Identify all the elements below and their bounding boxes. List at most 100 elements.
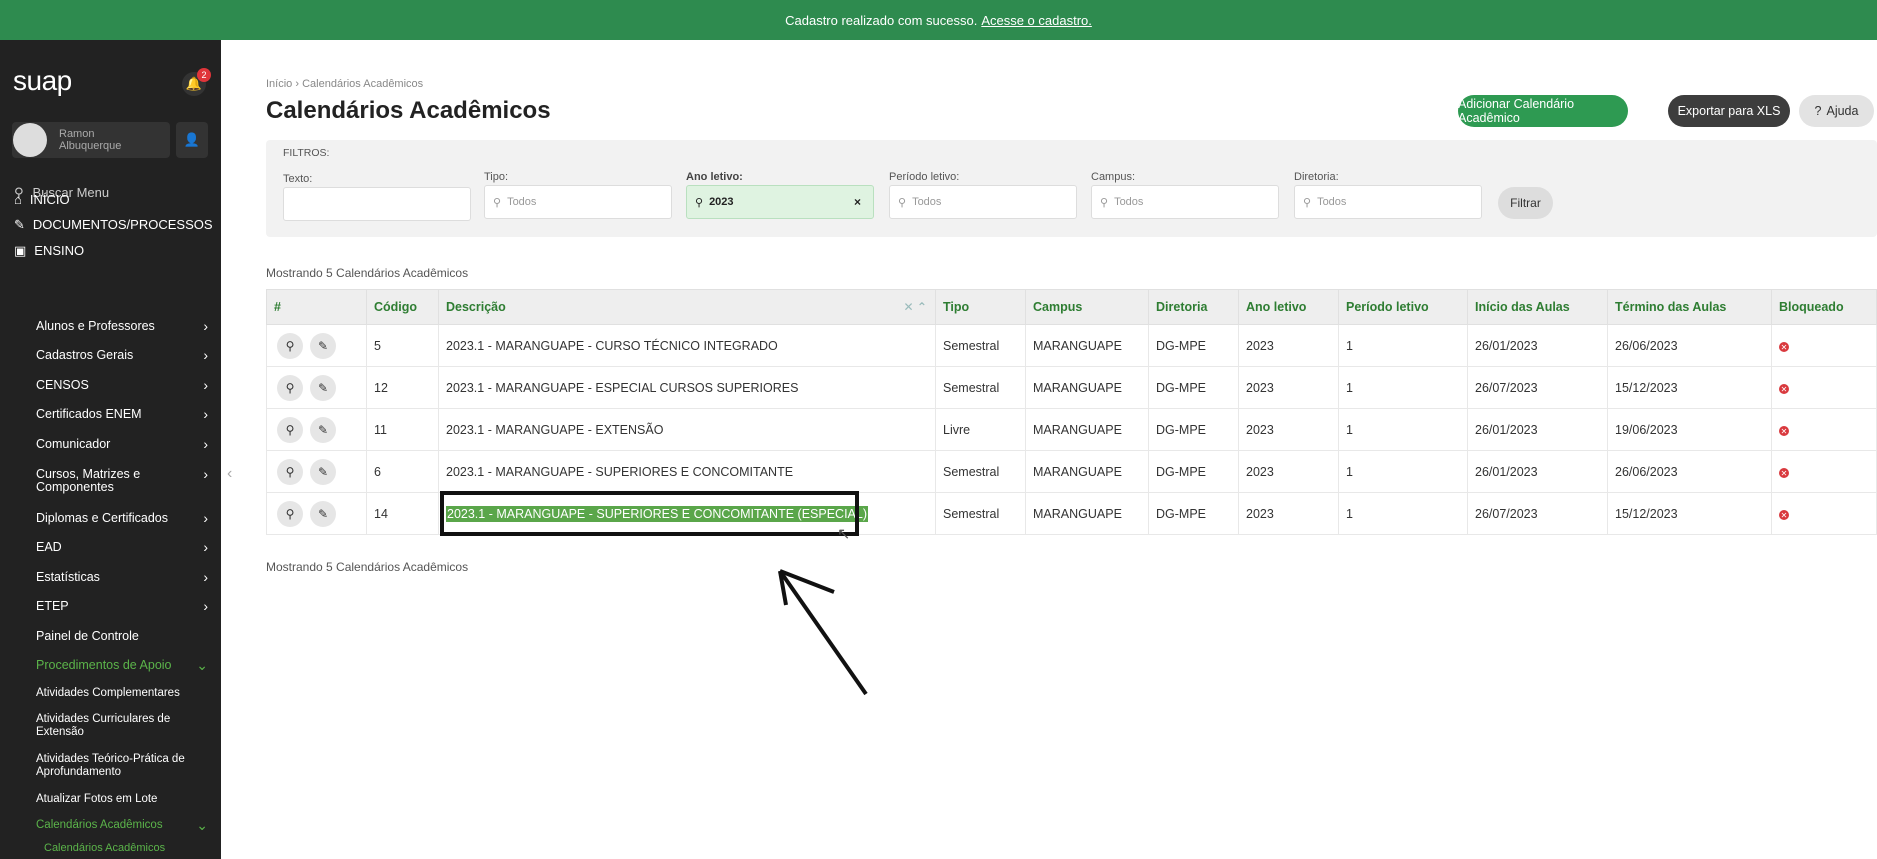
chevron-right-icon: › xyxy=(203,406,208,422)
success-notice: Cadastro realizado com sucesso. Acesse o… xyxy=(0,0,1877,40)
cell-bloqueado: ✕ xyxy=(1771,492,1877,535)
cell-tipo: Semestral xyxy=(935,450,1026,493)
blocked-no-icon: ✕ xyxy=(1779,426,1789,436)
document-icon: ✎ xyxy=(14,217,25,232)
search-icon: ⚲ xyxy=(898,196,907,209)
view-icon[interactable]: ⚲ xyxy=(277,416,303,443)
col-inicio[interactable]: Início das Aulas xyxy=(1467,289,1608,325)
sidebar-item-atividades-complementares[interactable]: Atividades Complementares xyxy=(36,687,208,700)
sidebar-item-atividades-extensao[interactable]: Atividades Curriculares de Extensão xyxy=(36,713,208,739)
texto-label: Texto: xyxy=(283,173,313,185)
diretoria-select[interactable]: ⚲ Todos xyxy=(1294,185,1482,219)
edit-icon[interactable]: ✎ xyxy=(310,332,336,359)
suap-logo[interactable]: suap xyxy=(13,65,72,97)
sidebar-item-atualizar-fotos[interactable]: Atualizar Fotos em Lote xyxy=(36,793,208,806)
cell-periodo: 1 xyxy=(1338,450,1468,493)
edit-icon[interactable]: ✎ xyxy=(310,500,336,527)
cell-campus: MARANGUAPE xyxy=(1025,450,1149,493)
ano-value: 2023 xyxy=(709,196,734,208)
cell-codigo: 14 xyxy=(366,492,439,535)
sidebar-item-etep[interactable]: ETEP › xyxy=(36,599,208,613)
home-icon: ⌂ xyxy=(14,192,22,207)
view-icon[interactable]: ⚲ xyxy=(277,458,303,485)
cell-descricao: 2023.1 - MARANGUAPE - SUPERIORES E CONCO… xyxy=(438,450,936,493)
export-xls-button[interactable]: Exportar para XLS xyxy=(1668,95,1790,127)
notice-link[interactable]: Acesse o cadastro. xyxy=(981,13,1092,28)
cell-termino: 26/06/2023 xyxy=(1607,450,1772,493)
nav-inicio[interactable]: ⌂ INÍCIO xyxy=(14,192,70,207)
periodo-select[interactable]: ⚲ Todos xyxy=(889,185,1077,219)
help-button[interactable]: ? Ajuda xyxy=(1799,95,1874,127)
user-icon[interactable]: 👤 xyxy=(176,122,208,158)
nav-documentos[interactable]: ✎ DOCUMENTOS/PROCESSOS xyxy=(14,217,213,233)
breadcrumb-current: Calendários Acadêmicos xyxy=(302,78,424,90)
user-profile[interactable]: Ramon Albuquerque xyxy=(12,122,170,158)
cell-ano: 2023 xyxy=(1238,324,1339,367)
nav-label: Comunicador xyxy=(36,437,111,451)
sidebar-item-atividades-teorico[interactable]: Atividades Teórico-Prática de Aprofundam… xyxy=(36,753,208,779)
sidebar-subitem-calendarios[interactable]: Calendários Acadêmicos xyxy=(44,842,216,855)
texto-input[interactable] xyxy=(283,187,471,221)
view-icon[interactable]: ⚲ xyxy=(277,500,303,527)
cell-campus: MARANGUAPE xyxy=(1025,408,1149,451)
sidebar-item-comunicador[interactable]: Comunicador › xyxy=(36,436,208,452)
nav-label: Alunos e Professores xyxy=(36,319,155,333)
search-icon: ⚲ xyxy=(695,196,704,209)
cell-codigo: 5 xyxy=(366,324,439,367)
col-descricao[interactable]: Descrição ✕ ⌃ xyxy=(438,289,936,325)
breadcrumb: Início › Calendários Acadêmicos xyxy=(266,78,423,90)
chevron-down-icon: ⌄ xyxy=(196,817,208,833)
sidebar-item-diplomas[interactable]: Diplomas e Certificados › xyxy=(36,511,208,525)
add-calendar-button[interactable]: Adicionar Calendário Acadêmico xyxy=(1458,95,1628,127)
chevron-right-icon: › xyxy=(203,436,208,452)
sidebar-item-cadastros[interactable]: Cadastros Gerais › xyxy=(36,348,208,362)
sidebar-item-painel[interactable]: Painel de Controle xyxy=(36,630,208,643)
breadcrumb-separator: › xyxy=(295,78,300,90)
campus-value: Todos xyxy=(1114,196,1144,208)
view-icon[interactable]: ⚲ xyxy=(277,374,303,401)
col-campus[interactable]: Campus xyxy=(1025,289,1149,325)
sidebar-item-enem[interactable]: Certificados ENEM › xyxy=(36,406,208,422)
col-tipo[interactable]: Tipo xyxy=(935,289,1026,325)
cell-diretoria: DG-MPE xyxy=(1148,450,1239,493)
view-icon[interactable]: ⚲ xyxy=(277,332,303,359)
cell-codigo: 11 xyxy=(366,408,439,451)
periodo-value: Todos xyxy=(912,196,942,208)
cell-diretoria: DG-MPE xyxy=(1148,366,1239,409)
cell-descricao: 2023.1 - MARANGUAPE - ESPECIAL CURSOS SU… xyxy=(438,366,936,409)
sidebar-item-procedimentos[interactable]: Procedimentos de Apoio ⌄ xyxy=(36,658,208,672)
nav-label: CENSOS xyxy=(36,378,89,392)
blocked-no-icon: ✕ xyxy=(1779,342,1789,352)
sidebar-item-calendarios[interactable]: Calendários Acadêmicos ⌄ xyxy=(36,817,208,833)
ano-select[interactable]: ⚲ 2023 × xyxy=(686,185,874,219)
nav-ensino[interactable]: ▣ ENSINO xyxy=(14,243,84,259)
chevron-right-icon: › xyxy=(203,318,208,334)
edit-icon[interactable]: ✎ xyxy=(310,458,336,485)
col-periodo[interactable]: Período letivo xyxy=(1338,289,1468,325)
sort-icon[interactable]: ✕ ⌃ xyxy=(904,300,927,314)
edit-icon[interactable]: ✎ xyxy=(310,416,336,443)
campus-select[interactable]: ⚲ Todos xyxy=(1091,185,1279,219)
tipo-select[interactable]: ⚲ Todos xyxy=(484,185,672,219)
sidebar-item-censos[interactable]: CENSOS › xyxy=(36,377,208,393)
periodo-label: Período letivo: xyxy=(889,171,960,183)
cell-campus: MARANGUAPE xyxy=(1025,492,1149,535)
edit-icon[interactable]: ✎ xyxy=(310,374,336,401)
sidebar-item-estatisticas[interactable]: Estatísticas › xyxy=(36,570,208,584)
col-codigo[interactable]: Código xyxy=(366,289,439,325)
result-count-bottom: Mostrando 5 Calendários Acadêmicos xyxy=(266,560,469,574)
sidebar-item-cursos[interactable]: Cursos, Matrizes e Componentes › xyxy=(36,467,208,494)
sidebar-item-ead[interactable]: EAD › xyxy=(36,540,208,554)
sidebar-item-alunos[interactable]: Alunos e Professores › xyxy=(36,318,208,334)
chevron-right-icon: › xyxy=(203,377,208,393)
col-diretoria[interactable]: Diretoria xyxy=(1148,289,1239,325)
cell-diretoria: DG-MPE xyxy=(1148,492,1239,535)
col-bloqueado[interactable]: Bloqueado xyxy=(1771,289,1877,325)
col-termino[interactable]: Término das Aulas xyxy=(1607,289,1772,325)
clear-icon[interactable]: × xyxy=(854,195,861,209)
nav-label: Certificados ENEM xyxy=(36,407,142,421)
filter-button[interactable]: Filtrar xyxy=(1498,187,1553,219)
table-row: ⚲ ✎ 11 2023.1 - MARANGUAPE - EXTENSÃO Liv… xyxy=(266,408,1877,451)
col-ano[interactable]: Ano letivo xyxy=(1238,289,1339,325)
breadcrumb-home[interactable]: Início xyxy=(266,78,292,90)
